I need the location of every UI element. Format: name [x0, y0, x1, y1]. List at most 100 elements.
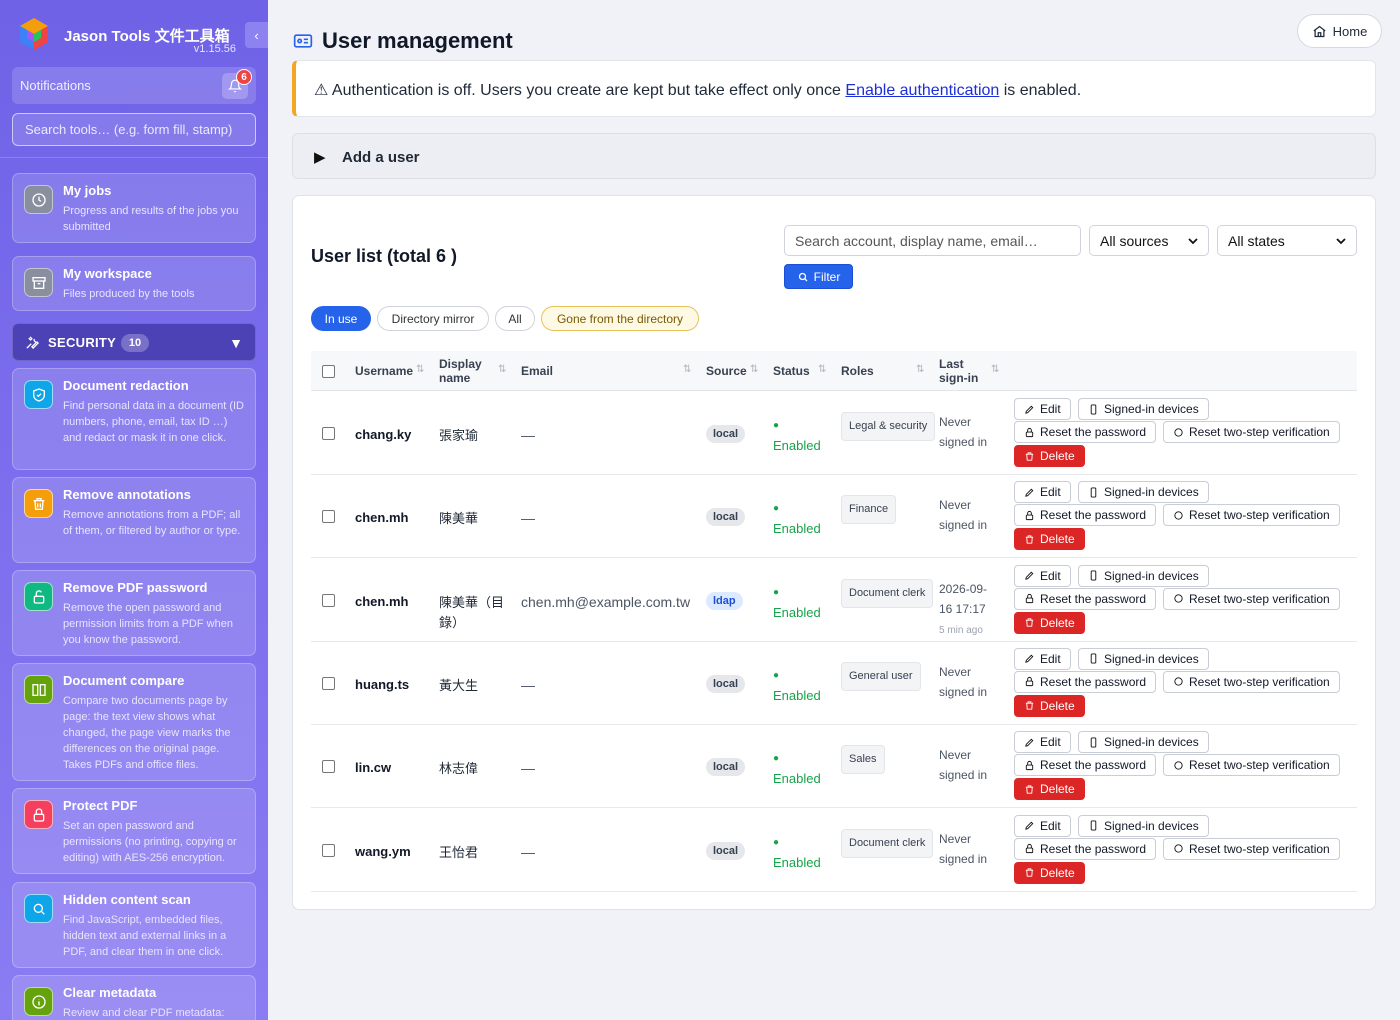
source-filter-select[interactable]: All sources	[1089, 225, 1209, 256]
edit-button[interactable]: Edit	[1014, 647, 1071, 670]
reset-password-button[interactable]: Reset the password	[1014, 754, 1157, 777]
column-username[interactable]: Username	[355, 351, 413, 391]
user-search-input[interactable]	[784, 225, 1081, 256]
reset-password-button[interactable]: Reset the password	[1014, 670, 1157, 693]
delete-button[interactable]: Delete	[1014, 528, 1085, 551]
sort-icon[interactable]: ⇅	[916, 364, 924, 375]
column-roles[interactable]: Roles	[841, 351, 874, 391]
column-last-signin[interactable]: Last sign-in	[939, 351, 984, 391]
home-button[interactable]: Home	[1297, 14, 1382, 48]
edit-button[interactable]: Edit	[1014, 731, 1071, 754]
notifications-bar[interactable]: Notifications 6	[12, 67, 256, 104]
sidebar-item-my-workspace[interactable]: My workspace Files produced by the tools	[12, 256, 256, 311]
search-tools-input[interactable]	[12, 113, 256, 146]
state-filter-select[interactable]: All states	[1217, 225, 1357, 256]
delete-button[interactable]: Delete	[1014, 445, 1085, 467]
username-cell: wang.ym	[355, 843, 411, 859]
sort-icon[interactable]: ⇅	[818, 364, 826, 375]
sidebar-item-my-jobs[interactable]: My jobs Progress and results of the jobs…	[12, 173, 256, 243]
reset-two-step-button[interactable]: Reset two-step verification	[1163, 587, 1340, 610]
reset-two-step-label: Reset two-step verification	[1189, 674, 1330, 689]
card-title: Remove annotations	[63, 487, 191, 502]
alert-text: ⚠ Authentication is off. Users you creat…	[314, 80, 1081, 100]
edit-button[interactable]: Edit	[1014, 814, 1071, 837]
delete-button[interactable]: Delete	[1014, 778, 1085, 801]
row-checkbox[interactable]	[322, 760, 335, 776]
reset-password-button[interactable]: Reset the password	[1014, 837, 1157, 860]
column-status[interactable]: Status	[773, 351, 810, 391]
column-source[interactable]: Source	[706, 351, 747, 391]
reset-two-step-button[interactable]: Reset two-step verification	[1163, 837, 1340, 860]
delete-button[interactable]: Delete	[1014, 861, 1085, 884]
role-badge: Document clerk	[841, 578, 934, 608]
signed-in-devices-button[interactable]: Signed-in devices	[1078, 814, 1209, 837]
row-checkbox[interactable]	[322, 593, 335, 610]
reset-password-button[interactable]: Reset the password	[1014, 587, 1157, 610]
tab-all[interactable]: All	[495, 306, 535, 331]
row-checkbox[interactable]	[322, 427, 335, 443]
signed-in-devices-button[interactable]: Signed-in devices	[1078, 398, 1209, 420]
signed-in-devices-button[interactable]: Signed-in devices	[1078, 481, 1209, 504]
sort-icon[interactable]: ⇅	[683, 364, 691, 375]
sidebar-item-remove-pdf-password[interactable]: Remove PDF password Remove the open pass…	[12, 570, 256, 656]
sidebar-item-document-redaction[interactable]: Document redaction Find personal data in…	[12, 368, 256, 470]
lock-icon	[1025, 677, 1034, 687]
display-name-cell: 陳美華	[439, 511, 479, 527]
delete-button[interactable]: Delete	[1014, 694, 1085, 717]
row-checkbox[interactable]	[322, 676, 335, 693]
sort-icon[interactable]: ⇅	[750, 364, 758, 375]
auth-off-alert: ⚠ Authentication is off. Users you creat…	[292, 60, 1376, 117]
signed-in-devices-button[interactable]: Signed-in devices	[1078, 647, 1209, 670]
source-badge: local	[706, 425, 746, 443]
edit-button[interactable]: Edit	[1014, 481, 1071, 504]
chevron-down-icon[interactable]: ▼	[229, 335, 243, 351]
table-row: lin.cw 林志偉 — local ● Enabled Sales Never…	[311, 725, 1357, 809]
signed-in-devices-button[interactable]: Signed-in devices	[1078, 731, 1209, 754]
reset-password-button[interactable]: Reset the password	[1014, 421, 1157, 443]
sort-icon[interactable]: ⇅	[416, 364, 424, 375]
signed-in-devices-button[interactable]: Signed-in devices	[1078, 564, 1209, 587]
status-text: Enabled	[773, 854, 821, 870]
tab-in-use[interactable]: In use	[311, 306, 371, 331]
table-row: wang.ym 王怡君 — local ● Enabled Document c…	[311, 809, 1357, 892]
sidebar-item-clear-metadata[interactable]: Clear metadata Review and clear PDF meta…	[12, 975, 256, 1020]
column-display-name[interactable]: Display name	[439, 351, 499, 391]
tab-gone-from-directory[interactable]: Gone from the directory	[541, 306, 699, 331]
filter-button[interactable]: Filter	[784, 264, 853, 289]
sidebar-item-remove-annotations[interactable]: Remove annotations Remove annotations fr…	[12, 477, 256, 563]
phone-icon	[1090, 570, 1097, 581]
sort-icon[interactable]: ⇅	[991, 364, 999, 375]
add-user-toggle[interactable]: ▶ Add a user	[292, 133, 1376, 179]
enable-authentication-link[interactable]: Enable authentication	[845, 82, 999, 99]
reset-password-button[interactable]: Reset the password	[1014, 504, 1157, 527]
edit-button[interactable]: Edit	[1014, 564, 1071, 587]
tab-directory-mirror[interactable]: Directory mirror	[377, 306, 489, 331]
row-checkbox[interactable]	[322, 510, 335, 526]
reset-two-step-button[interactable]: Reset two-step verification	[1163, 670, 1340, 693]
sidebar-item-document-compare[interactable]: Document compare Compare two documents p…	[12, 663, 256, 781]
card-title: Protect PDF	[63, 798, 138, 813]
status-dot-icon: ●	[773, 586, 780, 598]
reset-password-label: Reset the password	[1040, 674, 1147, 689]
edit-button[interactable]: Edit	[1014, 398, 1071, 420]
brand[interactable]: Jason Tools 文件工具箱 v1.15.56	[16, 16, 256, 56]
security-section-header[interactable]: SECURITY 10 ▼	[12, 323, 256, 361]
row-checkbox[interactable]	[322, 843, 335, 860]
sidebar-item-protect-pdf[interactable]: Protect PDF Set an open password and per…	[12, 788, 256, 874]
column-email[interactable]: Email	[521, 351, 553, 391]
source-badge: local	[706, 508, 746, 527]
table-row: huang.ts 黃大生 — local ● Enabled General u…	[311, 642, 1357, 725]
sort-icon[interactable]: ⇅	[498, 364, 506, 375]
user-list-panel: User list (total 6 ) All sources All sta…	[292, 195, 1376, 910]
info-icon	[24, 987, 53, 1016]
reset-two-step-button[interactable]: Reset two-step verification	[1163, 421, 1340, 443]
reset-two-step-button[interactable]: Reset two-step verification	[1163, 504, 1340, 527]
select-all-checkbox[interactable]	[322, 351, 335, 391]
delete-button[interactable]: Delete	[1014, 611, 1085, 634]
username-cell: huang.ts	[355, 676, 410, 692]
reset-two-step-button[interactable]: Reset two-step verification	[1163, 754, 1340, 777]
sidebar-item-hidden-content-scan[interactable]: Hidden content scan Find JavaScript, emb…	[12, 882, 256, 968]
collapse-sidebar-button[interactable]: ‹	[245, 22, 268, 48]
unlock-icon	[24, 582, 53, 611]
trash-icon	[1025, 618, 1034, 627]
